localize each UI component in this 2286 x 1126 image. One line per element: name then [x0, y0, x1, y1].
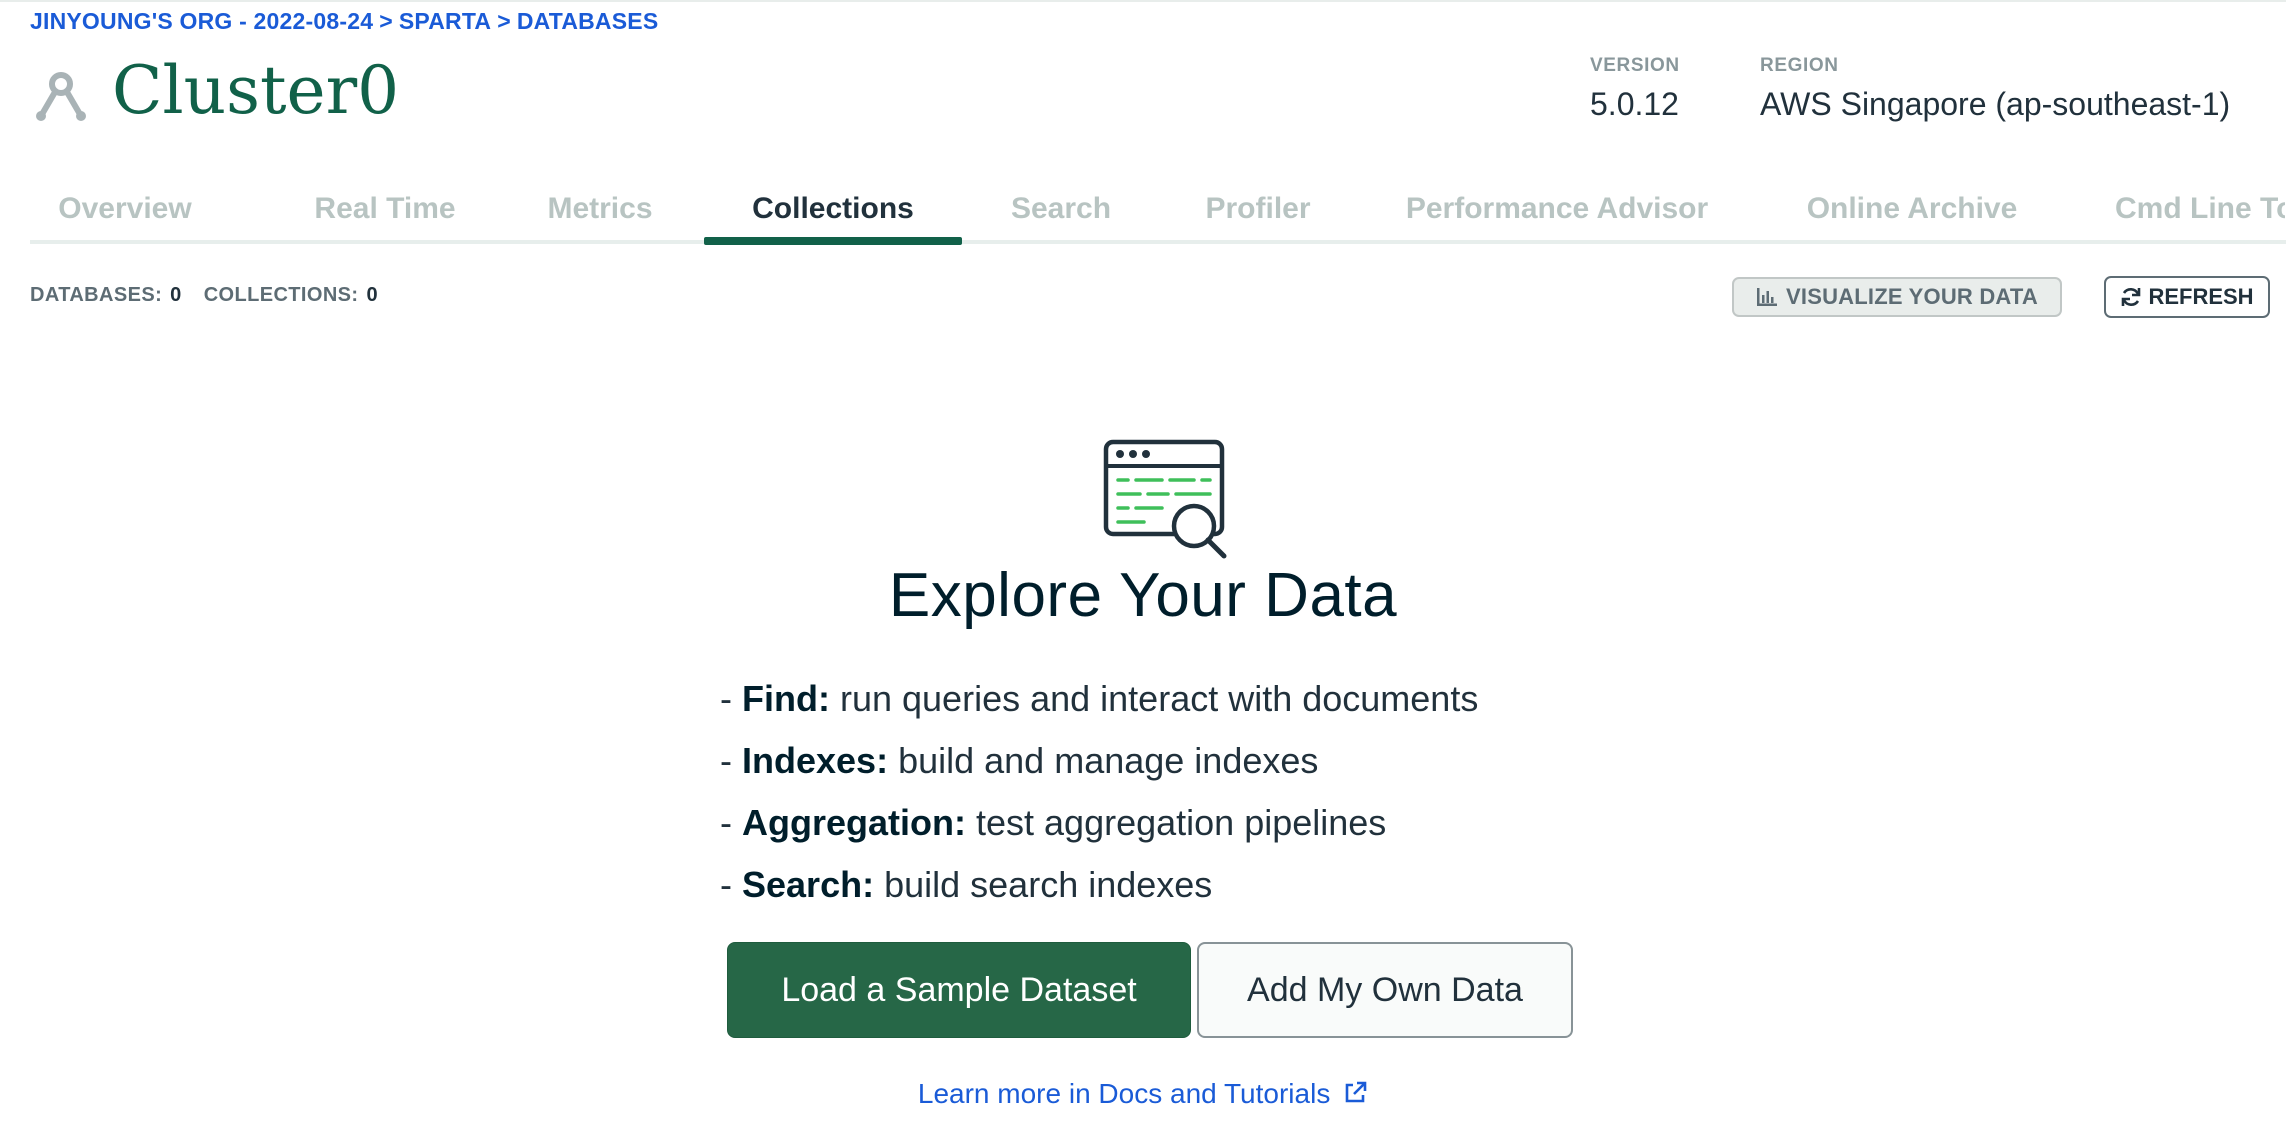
learn-more-label: Learn more in Docs and Tutorials: [917, 1078, 1331, 1109]
cluster-name: Cluster0: [112, 52, 400, 129]
tab-real-time[interactable]: Real Time: [300, 180, 470, 242]
browser-search-icon: [1103, 439, 1227, 559]
tab-overview[interactable]: Overview: [55, 180, 195, 242]
feature-desc: test aggregation pipelines: [976, 802, 1387, 843]
tab-performance-advisor[interactable]: Performance Advisor: [1402, 180, 1712, 242]
collections-count: 0: [366, 284, 379, 306]
bar-chart-icon: [1757, 288, 1778, 306]
load-sample-dataset-button[interactable]: Load a Sample Dataset: [727, 942, 1191, 1038]
list-item: - Search: build search indexes: [720, 864, 1213, 905]
add-my-own-data-button[interactable]: Add My Own Data: [1197, 942, 1573, 1038]
feature-term: Aggregation:: [742, 802, 966, 843]
breadcrumb-separator: >: [497, 8, 511, 34]
feature-desc: build search indexes: [884, 864, 1213, 905]
refresh-icon: [2122, 288, 2141, 306]
visualize-data-label: VISUALIZE YOUR DATA: [1786, 284, 2038, 309]
tab-search[interactable]: Search: [1000, 180, 1122, 242]
active-tab-indicator: [704, 237, 962, 245]
learn-more-link[interactable]: Learn more in Docs and Tutorials: [0, 1078, 2286, 1110]
empty-state-title: Explore Your Data: [888, 561, 1398, 630]
tab-collections[interactable]: Collections: [704, 180, 962, 242]
breadcrumb-org[interactable]: JINYOUNG'S ORG - 2022-08-24: [30, 8, 373, 35]
cluster-icon: [36, 72, 86, 121]
collections-label: COLLECTIONS:: [203, 284, 359, 306]
region-label: REGION: [1760, 55, 1839, 76]
version-value: 5.0.12: [1590, 86, 1679, 122]
refresh-button[interactable]: REFRESH: [2104, 276, 2270, 318]
external-link-icon: [1345, 1081, 1367, 1103]
breadcrumb: JINYOUNG'S ORG - 2022-08-24 > SPARTA > DATAB…: [30, 8, 658, 35]
feature-desc: run queries and interact with documents: [839, 678, 1479, 719]
stats-bar: DATABASES: 0 COLLECTIONS: 0: [30, 284, 400, 307]
databases-count: 0: [170, 284, 182, 306]
visualize-data-button[interactable]: VISUALIZE YOUR DATA: [1732, 277, 2062, 317]
breadcrumb-separator: >: [379, 8, 393, 34]
feature-term: Indexes:: [742, 740, 889, 781]
breadcrumb-section[interactable]: DATABASES: [517, 8, 659, 35]
list-item: - Aggregation: test aggregation pipeline…: [720, 802, 1387, 843]
version-label: VERSION: [1590, 55, 1680, 76]
tab-cmd-line-tools[interactable]: Cmd Line To: [2115, 180, 2285, 242]
feature-list: - Find: run queries and interact with do…: [720, 668, 1478, 916]
feature-term: Find:: [742, 678, 830, 719]
breadcrumb-project[interactable]: SPARTA: [399, 8, 491, 35]
feature-term: Search:: [742, 864, 875, 905]
tab-metrics[interactable]: Metrics: [534, 180, 666, 242]
list-item: - Indexes: build and manage indexes: [720, 740, 1319, 781]
top-divider: [0, 0, 2286, 2]
list-item: - Find: run queries and interact with do…: [720, 678, 1479, 719]
databases-label: DATABASES:: [30, 284, 163, 306]
tab-online-archive[interactable]: Online Archive: [1804, 180, 2020, 242]
region-value: AWS Singapore (ap-southeast-1): [1760, 86, 2231, 122]
refresh-label: REFRESH: [2148, 284, 2254, 309]
feature-desc: build and manage indexes: [898, 740, 1319, 781]
tab-profiler[interactable]: Profiler: [1192, 180, 1324, 242]
tab-bar: Overview Real Time Metrics Collections S…: [30, 180, 2286, 246]
